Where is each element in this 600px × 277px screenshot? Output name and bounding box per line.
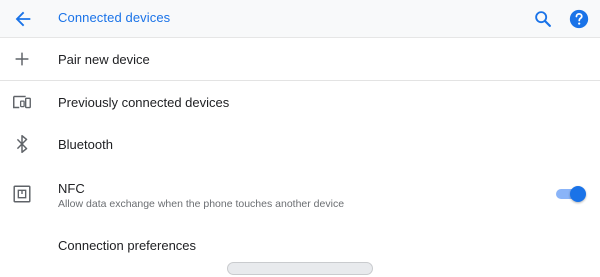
- toggle-thumb: [570, 186, 586, 202]
- bluetooth-icon: [16, 135, 28, 153]
- nfc-toggle[interactable]: [556, 186, 586, 202]
- help-icon[interactable]: [568, 8, 590, 30]
- bluetooth-label: Bluetooth: [58, 137, 113, 152]
- app-bar: Connected devices: [0, 0, 600, 38]
- nfc-icon: [13, 185, 31, 203]
- arrow-back-icon[interactable]: [12, 8, 34, 30]
- pair-new-device-item[interactable]: Pair new device: [0, 38, 600, 80]
- pair-new-device-label: Pair new device: [58, 52, 150, 67]
- connection-preferences-item[interactable]: Connection preferences: [0, 224, 600, 264]
- plus-icon: [15, 52, 29, 66]
- page-title: Connected devices: [58, 10, 171, 25]
- bluetooth-item[interactable]: Bluetooth: [0, 123, 600, 165]
- connection-preferences-label: Connection preferences: [58, 238, 197, 253]
- previously-connected-devices-item[interactable]: Previously connected devices: [0, 81, 600, 123]
- nfc-description: Allow data exchange when the phone touch…: [58, 198, 345, 210]
- previously-connected-devices-label: Previously connected devices: [58, 95, 230, 110]
- horizontal-scrollbar[interactable]: [227, 262, 373, 275]
- nfc-item[interactable]: NFC Allow data exchange when the phone t…: [0, 166, 600, 224]
- devices-icon: [13, 95, 31, 109]
- nfc-label: NFC: [58, 181, 85, 196]
- connected-devices-screen: Connected devices Pair new device Previo…: [0, 0, 600, 277]
- search-icon[interactable]: [532, 8, 554, 30]
